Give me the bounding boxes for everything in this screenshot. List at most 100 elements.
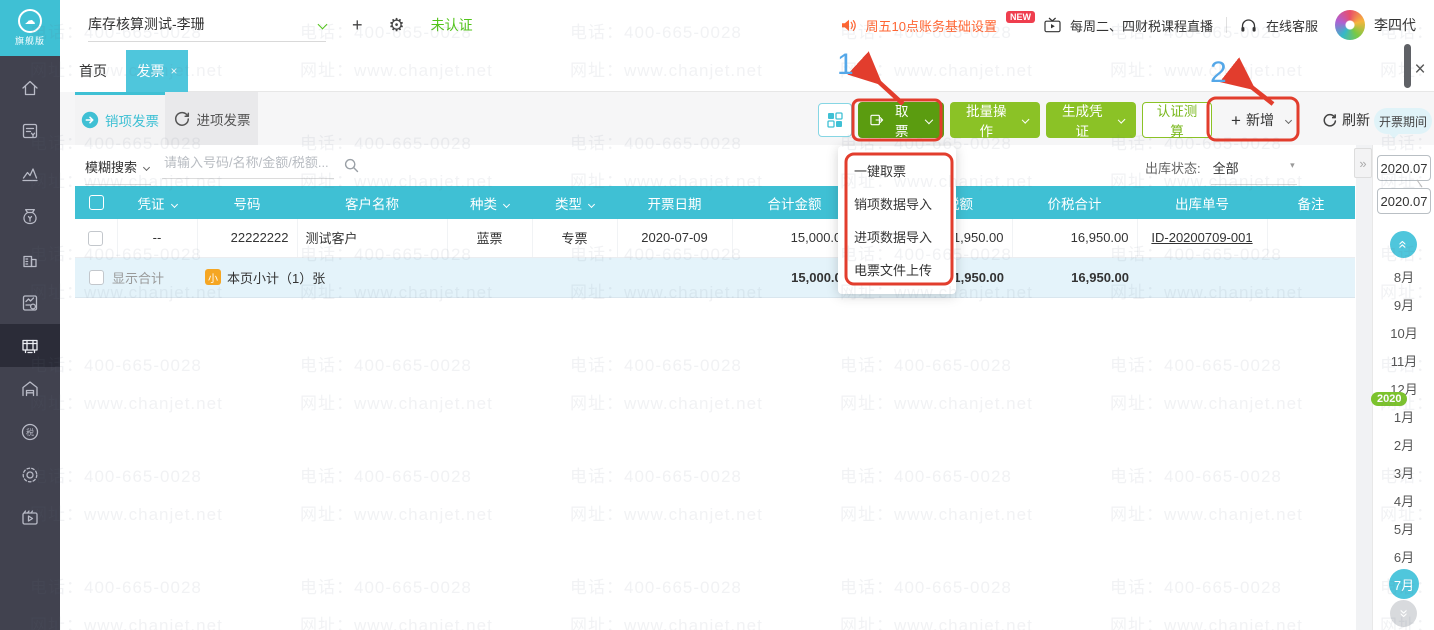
column-header-voucher[interactable]: 凭证 (117, 186, 197, 219)
scroll-months-down-button[interactable]: « (1390, 600, 1417, 627)
menu-item[interactable]: 电票文件上传 (838, 254, 956, 287)
account-name: 库存核算测试-李珊 (88, 14, 205, 34)
month-item[interactable]: 1月 (1373, 402, 1434, 430)
grid-view-icon (827, 112, 843, 128)
scroll-months-up-button[interactable]: « (1390, 231, 1417, 258)
report-icon (19, 163, 41, 185)
subtab-purchase-invoice[interactable]: 进项发票 (165, 92, 258, 145)
tab-close-icon[interactable]: × (170, 64, 177, 78)
batch-operations-button[interactable]: 批量操作 (950, 102, 1040, 138)
month-item[interactable]: 10月 (1373, 318, 1434, 346)
sidebar-item-fund[interactable] (0, 195, 60, 238)
sidebar-nav: 税 (0, 56, 60, 539)
refresh-button[interactable]: 刷新 (1310, 102, 1382, 138)
sidebar-item-statement[interactable] (0, 281, 60, 324)
sort-chevron-icon (588, 200, 595, 207)
column-header-kind[interactable]: 种类 (447, 186, 532, 219)
panel-gap (1356, 145, 1372, 630)
unverified-status[interactable]: 未认证 (431, 15, 473, 35)
column-header-number: 号码 (197, 186, 297, 219)
refresh-icon (1322, 113, 1337, 128)
invoice-period-label: 开票期间 (1374, 108, 1432, 134)
column-header-type[interactable]: 类型 (532, 186, 617, 219)
chevron-down-icon (925, 116, 933, 124)
month-list: 8月9月10月11月12月1月2月3月4月5月6月7月2020 (1373, 262, 1434, 598)
gear-icon[interactable]: ⚙ (389, 16, 405, 34)
row-checkbox[interactable] (88, 231, 103, 246)
month-item[interactable]: 11月 (1373, 346, 1434, 374)
period-from-box[interactable]: 2020.07 (1377, 155, 1431, 181)
headset-icon (1240, 18, 1257, 33)
subtab-sales-invoice[interactable]: 销项发票 (75, 92, 165, 145)
purchase-import-icon (173, 110, 191, 128)
month-item[interactable]: 9月 (1373, 290, 1434, 318)
menu-item[interactable]: 一键取票 (838, 155, 956, 188)
sales-export-icon (81, 111, 99, 129)
home-icon (19, 77, 41, 99)
sidebar-item-settings[interactable] (0, 453, 60, 496)
show-total-checkbox[interactable] (89, 270, 104, 285)
month-item[interactable]: 5月 (1373, 514, 1434, 542)
account-selector[interactable]: 库存核算测试-李珊 (88, 14, 326, 42)
column-header-outbound: 出库单号 (1137, 186, 1267, 219)
search-icon[interactable] (344, 158, 359, 178)
month-item[interactable]: 8月 (1373, 262, 1434, 290)
plus-icon: + (1231, 112, 1241, 129)
select-all-checkbox[interactable] (75, 186, 117, 219)
menu-item[interactable]: 进项数据导入 (838, 221, 956, 254)
generate-voucher-button[interactable]: 生成凭证 (1046, 102, 1136, 138)
billing-icon (19, 120, 41, 142)
edition-label: 旗舰版 (15, 34, 45, 47)
fetch-icon (870, 113, 884, 127)
avatar[interactable] (1335, 10, 1365, 40)
show-total-label: 显示合计 (112, 271, 164, 286)
tab-home[interactable]: 首页 (60, 50, 126, 92)
chevron-down-icon (1021, 116, 1029, 124)
close-icon[interactable]: × (1408, 58, 1432, 82)
add-new-button[interactable]: +新增 (1218, 102, 1304, 138)
app-logo[interactable]: ☁ 旗舰版 (0, 0, 60, 56)
vertical-scrollbar[interactable] (1404, 44, 1411, 88)
fuzzy-search-selector[interactable]: 模糊搜索 (85, 157, 151, 185)
chevron-down-icon (1285, 116, 1292, 123)
month-item[interactable]: 3月 (1373, 458, 1434, 486)
month-item[interactable]: 7月 (1373, 570, 1434, 598)
announcement-link[interactable]: 周五10点账务基础设置 (866, 16, 997, 35)
sidebar-item-video[interactable] (0, 496, 60, 539)
tax-icon: 税 (19, 421, 41, 443)
chevron-down-icon: « (1396, 609, 1411, 617)
month-item[interactable]: 6月 (1373, 542, 1434, 570)
sidebar-item-invoice[interactable] (0, 324, 60, 367)
sidebar-item-billing[interactable] (0, 109, 60, 152)
sidebar-item-warehouse[interactable] (0, 367, 60, 410)
outbound-status-select[interactable]: 全部▾ (1211, 158, 1297, 185)
caret-down-icon: ▾ (1290, 160, 1295, 171)
online-support-link[interactable]: 在线客服 (1266, 16, 1318, 35)
sidebar-item-tax[interactable]: 税 (0, 410, 60, 453)
sort-chevron-icon (503, 200, 510, 207)
outbound-link[interactable]: ID-20200709-001 (1151, 230, 1252, 245)
sidebar-item-company[interactable] (0, 238, 60, 281)
month-item[interactable]: 4月 (1373, 486, 1434, 514)
add-account-icon[interactable]: + (352, 16, 363, 34)
cell-customer: 测试客户 (297, 219, 447, 257)
tab-invoice[interactable]: 发票 × (126, 50, 188, 92)
summary-row: 显示合计 小本页小计（1）张 15,000.00 1,950.00 16,950… (75, 257, 1355, 297)
period-to-box[interactable]: 2020.07 (1377, 188, 1431, 214)
sidebar-item-report[interactable] (0, 152, 60, 195)
cell-total: 16,950.00 (1012, 219, 1137, 257)
speaker-icon (841, 18, 857, 33)
fetch-invoice-button[interactable]: 取票 (858, 102, 944, 138)
chevron-down-icon (143, 164, 150, 171)
month-item[interactable]: 2月 (1373, 430, 1434, 458)
collapse-panel-button[interactable]: » (1354, 148, 1372, 178)
sidebar-item-home[interactable] (0, 66, 60, 109)
search-input[interactable] (162, 151, 334, 179)
cell-type: 专票 (532, 219, 617, 257)
menu-item[interactable]: 销项数据导入 (838, 188, 956, 221)
live-course-link[interactable]: 每周二、四财税课程直播 (1070, 16, 1213, 35)
certify-calc-button[interactable]: 认证测算 (1142, 102, 1212, 138)
sort-chevron-icon (170, 200, 177, 207)
chevron-up-icon: « (1396, 240, 1411, 248)
view-switch-button[interactable] (818, 103, 852, 137)
